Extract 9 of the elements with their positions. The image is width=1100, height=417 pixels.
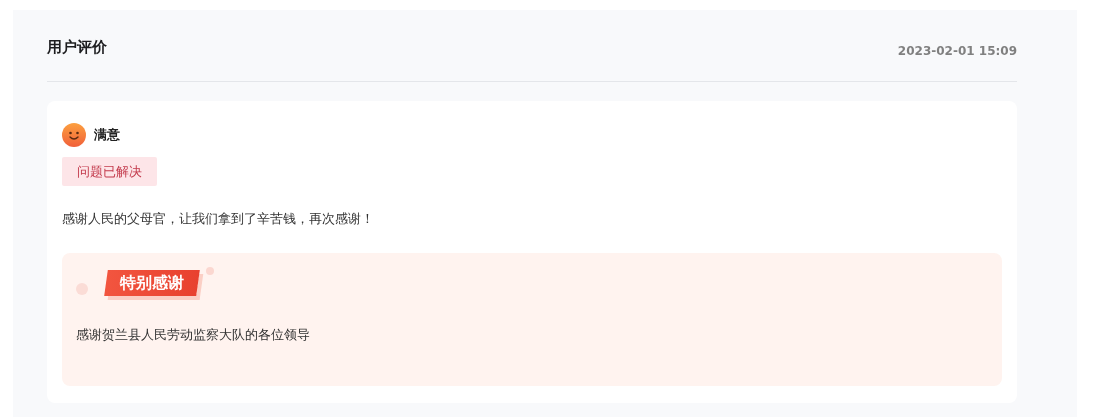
thanks-text: 感谢贺兰县人民劳动监察大队的各位领导 xyxy=(76,326,311,344)
smiley-icon xyxy=(62,123,86,147)
review-date: 2023-02-01 15:09 xyxy=(897,43,1017,58)
rating-label: 满意 xyxy=(94,126,120,144)
decorative-dot xyxy=(206,267,214,275)
review-comment: 感谢人民的父母官，让我们拿到了辛苦钱，再次感谢！ xyxy=(62,210,375,228)
section-title: 用户评价 xyxy=(47,38,107,57)
decorative-dot xyxy=(76,283,88,295)
status-tag: 问题已解决 xyxy=(62,157,157,186)
